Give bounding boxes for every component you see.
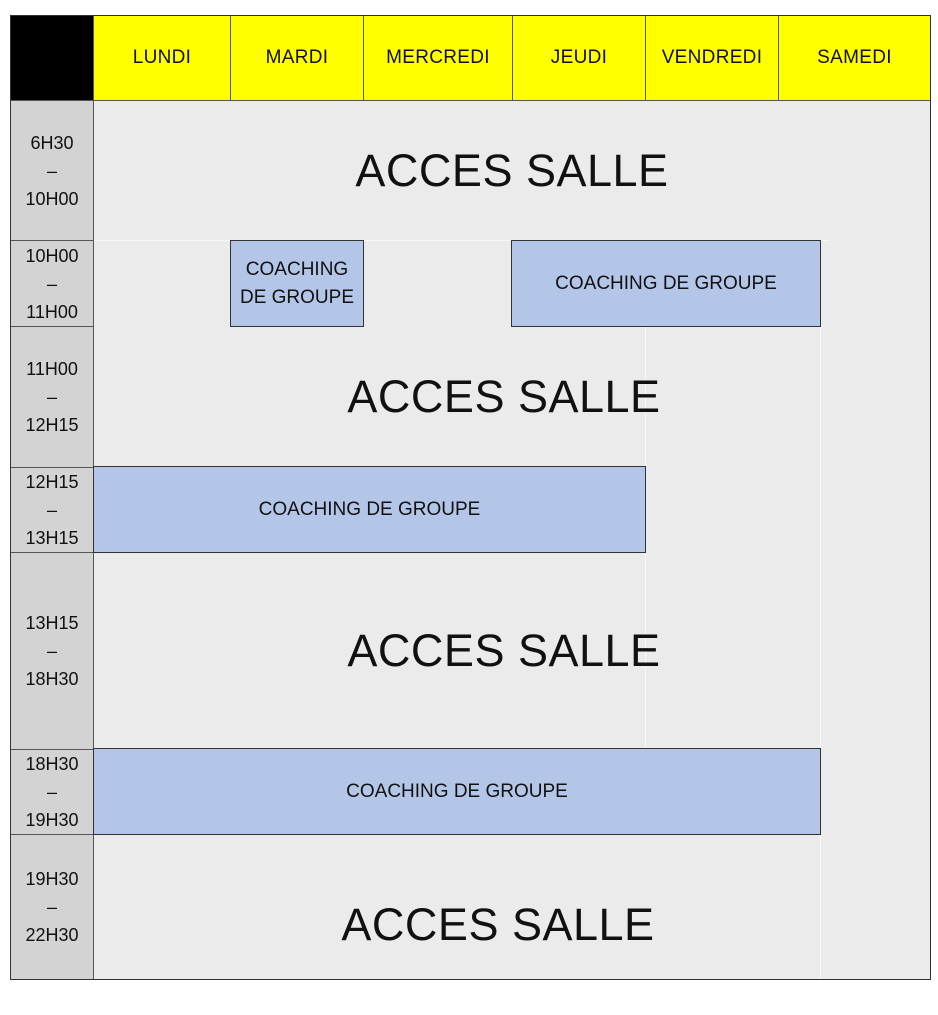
time-start: 13H15 [25, 613, 79, 633]
time-end: 10H00 [25, 188, 79, 209]
coaching-block-evening: COACHING DE GROUPE [93, 748, 821, 835]
coaching-block-jeudi-vendredi: COACHING DE GROUPE [511, 240, 821, 327]
time-dash: – [46, 273, 57, 294]
coaching-block-mardi: COACHING DE GROUPE [230, 240, 364, 327]
time-slot: 18H30 – 19H30 [10, 749, 94, 835]
schedule-table: LUNDI MARDI MERCREDI JEUDI VENDREDI SAME… [10, 15, 931, 980]
time-slot: 12H15 – 13H15 [10, 467, 94, 553]
corner-cell [10, 15, 94, 101]
day-header-mardi: MARDI [230, 15, 364, 101]
time-start: 10H00 [25, 245, 79, 266]
time-dash: – [46, 897, 57, 917]
day-header-samedi: SAMEDI [778, 15, 931, 101]
time-start: 12H15 [25, 472, 79, 492]
time-start: 18H30 [25, 754, 79, 774]
acces-salle-label: ACCES SALLE [347, 371, 661, 422]
time-dash: – [46, 387, 57, 407]
day-header-jeudi: JEUDI [512, 15, 646, 101]
time-slot: 6H30 – 10H00 [10, 100, 94, 241]
time-start: 11H00 [26, 359, 78, 379]
time-start: 19H30 [25, 869, 79, 889]
time-end: 12H15 [25, 415, 79, 435]
time-dash: – [46, 160, 57, 181]
time-slot: 10H00 – 11H00 [10, 240, 94, 327]
acces-salle-label: ACCES SALLE [341, 899, 655, 950]
time-end: 13H15 [25, 528, 79, 548]
time-dash: – [46, 782, 57, 802]
time-end: 18H30 [25, 669, 79, 689]
time-slot: 19H30 – 22H30 [10, 834, 94, 980]
acces-salle-label: ACCES SALLE [347, 625, 661, 676]
time-end: 11H00 [26, 301, 78, 322]
time-end: 19H30 [25, 810, 79, 830]
coaching-block-midday: COACHING DE GROUPE [93, 466, 646, 553]
time-dash: – [46, 500, 57, 520]
coaching-label-line2: DE GROUPE [239, 286, 355, 308]
day-header-lundi: LUNDI [93, 15, 231, 101]
time-slot: 11H00 – 12H15 [10, 326, 94, 468]
time-start: 6H30 [30, 132, 74, 153]
time-end: 22H30 [25, 925, 79, 945]
acces-salle-label: ACCES SALLE [355, 145, 669, 196]
time-dash: – [46, 641, 57, 661]
coaching-label-line1: COACHING [245, 258, 349, 280]
day-header-vendredi: VENDREDI [645, 15, 779, 101]
day-header-mercredi: MERCREDI [363, 15, 513, 101]
time-slot: 13H15 – 18H30 [10, 552, 94, 750]
